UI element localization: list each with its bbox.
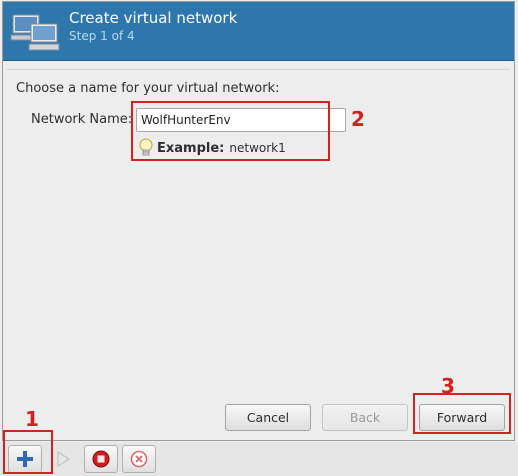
wizard-title: Create virtual network: [69, 9, 238, 27]
create-network-dialog: Create virtual network Step 1 of 4 Choos…: [2, 1, 515, 441]
play-icon: [57, 451, 70, 467]
stop-network-button[interactable]: [84, 445, 118, 473]
back-button[interactable]: Back: [322, 404, 408, 431]
annotation-box-2: [131, 101, 330, 161]
stop-icon: [92, 450, 110, 468]
wizard-header: Create virtual network Step 1 of 4: [3, 2, 514, 61]
bottom-toolbar: [0, 442, 518, 476]
network-name-prompt: Choose a name for your virtual network:: [16, 81, 280, 96]
delete-icon: [130, 450, 148, 468]
cancel-button[interactable]: Cancel: [225, 404, 311, 431]
annotation-number-3: 3: [441, 374, 455, 398]
network-name-label: Network Name:: [31, 112, 133, 127]
annotation-number-1: 1: [25, 407, 39, 431]
annotation-box-3: [413, 393, 511, 434]
separator: [7, 69, 510, 70]
annotation-box-1: [3, 430, 53, 474]
annotation-number-2: 2: [351, 107, 365, 131]
delete-network-button[interactable]: [122, 445, 156, 473]
network-computers-icon: [10, 14, 60, 51]
wizard-step: Step 1 of 4: [69, 29, 135, 43]
